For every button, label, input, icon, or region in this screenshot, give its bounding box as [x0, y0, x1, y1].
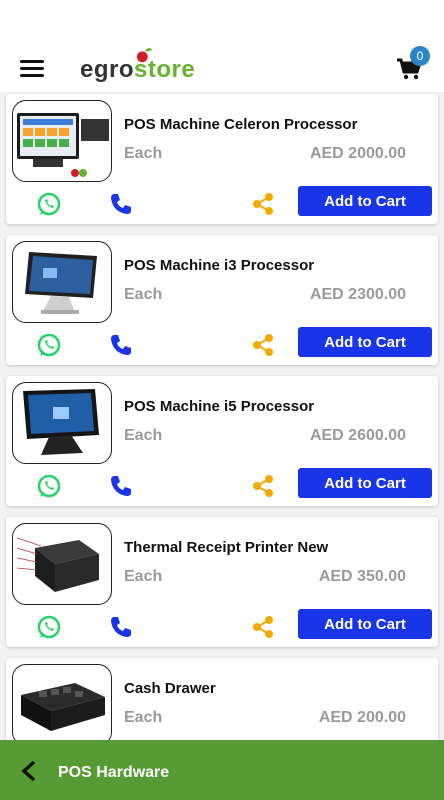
- add-to-cart-button[interactable]: Add to Cart: [298, 468, 432, 498]
- product-price: AED 2300.00: [309, 286, 406, 303]
- product-image-pos-i3[interactable]: [12, 241, 112, 323]
- add-to-cart-button[interactable]: Add to Cart: [298, 609, 432, 639]
- hamburger-menu-icon[interactable]: [20, 60, 44, 78]
- back-arrow-icon[interactable]: [18, 760, 40, 782]
- cash-drawer-icon: [21, 683, 105, 731]
- share-icon[interactable]: [250, 332, 276, 358]
- pos-terminal-icon: [17, 113, 109, 177]
- product-image-pos-i5[interactable]: [12, 382, 112, 464]
- product-image-receipt-printer[interactable]: [12, 523, 112, 605]
- product-title[interactable]: POS Machine i5 Processor: [124, 398, 314, 415]
- product-card[interactable]: Cash Drawer Each AED 200.00: [6, 658, 438, 740]
- whatsapp-icon[interactable]: [36, 614, 62, 640]
- product-image-pos-celeron[interactable]: [12, 100, 112, 182]
- product-title[interactable]: Cash Drawer: [124, 680, 216, 697]
- product-unit: Each: [124, 145, 163, 162]
- whatsapp-icon[interactable]: [36, 332, 62, 358]
- cart-count-badge: 0: [410, 46, 430, 66]
- logo-apple-icon: [136, 48, 153, 63]
- product-card[interactable]: POS Machine Celeron Processor Each AED 2…: [6, 94, 438, 224]
- product-unit: Each: [124, 568, 163, 585]
- product-card[interactable]: POS Machine i5 Processor Each AED 2600.0…: [6, 376, 438, 506]
- pos-monitor-icon: [25, 252, 97, 314]
- product-unit: Each: [124, 427, 163, 444]
- phone-icon[interactable]: [108, 614, 134, 640]
- logo-text-egro: egro: [80, 56, 135, 83]
- product-card[interactable]: POS Machine i3 Processor Each AED 2300.0…: [6, 235, 438, 365]
- share-icon[interactable]: [250, 614, 276, 640]
- product-price: AED 350.00: [318, 568, 406, 585]
- product-image-cash-drawer[interactable]: [12, 664, 112, 740]
- bottom-category-bar: POS Hardware: [0, 740, 444, 800]
- whatsapp-icon[interactable]: [36, 191, 62, 217]
- phone-icon[interactable]: [108, 473, 134, 499]
- product-unit: Each: [124, 286, 163, 303]
- share-icon[interactable]: [250, 473, 276, 499]
- add-to-cart-button[interactable]: Add to Cart: [298, 327, 432, 357]
- share-icon[interactable]: [250, 191, 276, 217]
- printer-icon: [16, 537, 99, 592]
- whatsapp-icon[interactable]: [36, 473, 62, 499]
- phone-icon[interactable]: [108, 191, 134, 217]
- product-card[interactable]: Thermal Receipt Printer New Each AED 350…: [6, 517, 438, 647]
- top-app-bar: egro store 0: [0, 0, 444, 92]
- product-title[interactable]: POS Machine i3 Processor: [124, 257, 314, 274]
- egrostore-logo[interactable]: egro store: [80, 48, 195, 84]
- product-price: AED 2000.00: [309, 145, 406, 162]
- product-unit: Each: [124, 709, 163, 726]
- category-title: POS Hardware: [58, 764, 170, 781]
- product-price: AED 200.00: [318, 709, 406, 726]
- add-to-cart-button[interactable]: Add to Cart: [298, 186, 432, 216]
- product-title[interactable]: Thermal Receipt Printer New: [124, 539, 328, 556]
- product-price: AED 2600.00: [309, 427, 406, 444]
- phone-icon[interactable]: [108, 332, 134, 358]
- product-title[interactable]: POS Machine Celeron Processor: [124, 116, 357, 133]
- pos-monitor-icon: [23, 389, 99, 455]
- product-list[interactable]: POS Machine Celeron Processor Each AED 2…: [0, 92, 444, 740]
